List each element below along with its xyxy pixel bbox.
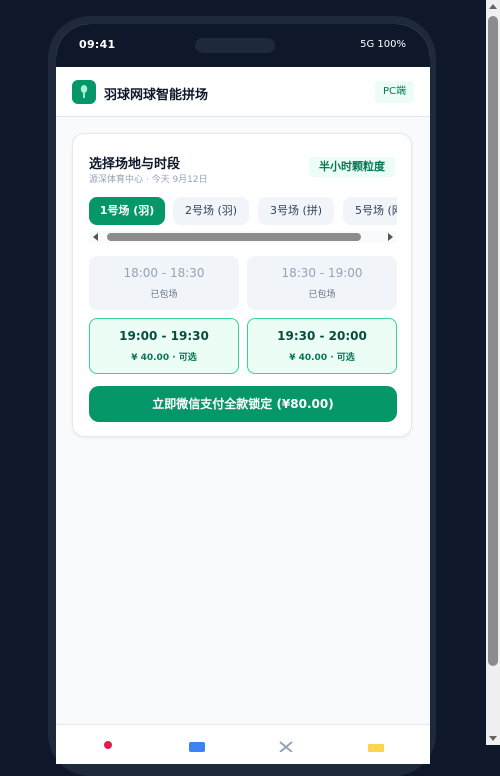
slot-time: 19:00 - 19:30	[119, 329, 209, 343]
venue-date: 源深体育中心 · 今天 9月12日	[89, 175, 208, 185]
slot-status: 已包场	[308, 290, 336, 300]
notch	[195, 38, 275, 53]
racket-icon[interactable]	[278, 737, 294, 756]
tab-court-3[interactable]: 3号场 (拼)	[258, 197, 334, 225]
app-title: 羽球网球智能拼场	[104, 88, 209, 103]
pc-mode-button[interactable]: PC端	[374, 81, 414, 103]
slot-price: ¥ 40.00 · 可选	[289, 353, 355, 363]
slot-price: ¥ 40.00 · 可选	[131, 353, 197, 363]
calendar-icon[interactable]	[189, 737, 205, 756]
page-scrollbar[interactable]	[486, 0, 500, 745]
slot-status: 已包场	[150, 290, 178, 300]
slot-1900[interactable]: 19:00 - 19:30 ¥ 40.00 · 可选	[89, 318, 239, 374]
app-header: 羽球网球智能拼场 PC端	[56, 67, 430, 117]
profile-icon[interactable]	[368, 737, 384, 756]
slot-time: 18:00 - 18:30	[123, 266, 205, 280]
court-tabs: 1号场 (羽) 2号场 (羽) 3号场 (拼) 5号场 (网)	[89, 197, 397, 225]
page-scroll-thumb[interactable]	[488, 16, 498, 666]
app-logo-icon	[72, 80, 96, 104]
pin-icon[interactable]	[102, 737, 114, 756]
status-bar: 09:41 5G 100%	[56, 24, 430, 67]
granularity-badge: 半小时颗粒度	[309, 157, 395, 177]
network-label: 5G	[360, 39, 375, 50]
slot-time: 19:30 - 20:00	[277, 329, 367, 343]
status-time: 09:41	[79, 38, 116, 51]
slot-time: 18:30 - 19:00	[281, 266, 363, 280]
tab-court-2[interactable]: 2号场 (羽)	[173, 197, 249, 225]
scroll-thumb[interactable]	[107, 233, 361, 241]
scroll-up-icon[interactable]	[489, 4, 497, 9]
tab-court-1[interactable]: 1号场 (羽)	[89, 197, 165, 225]
battery-label: 100%	[377, 39, 406, 50]
tab-court-5[interactable]: 5号场 (网)	[343, 197, 397, 225]
slot-1800[interactable]: 18:00 - 18:30 已包场	[89, 256, 239, 310]
scroll-right-icon[interactable]	[388, 233, 393, 241]
booking-card: 选择场地与时段 源深体育中心 · 今天 9月12日 半小时颗粒度 1号场 (羽)…	[72, 133, 412, 437]
status-indicators: 5G 100%	[360, 39, 406, 50]
slot-1930[interactable]: 19:30 - 20:00 ¥ 40.00 · 可选	[247, 318, 397, 374]
scroll-down-icon[interactable]	[489, 736, 497, 741]
card-title: 选择场地与时段	[89, 157, 181, 172]
phone-screen: 09:41 5G 100% 羽球网球智能拼场 PC端 选择场地与时段 源深体育中…	[56, 24, 430, 764]
bottom-nav	[56, 724, 430, 764]
slot-1830[interactable]: 18:30 - 19:00 已包场	[247, 256, 397, 310]
court-tabs-scrollbar[interactable]	[89, 231, 397, 243]
scroll-left-icon[interactable]	[93, 233, 98, 241]
wechat-pay-button[interactable]: 立即微信支付全款锁定 (¥80.00)	[89, 386, 397, 422]
